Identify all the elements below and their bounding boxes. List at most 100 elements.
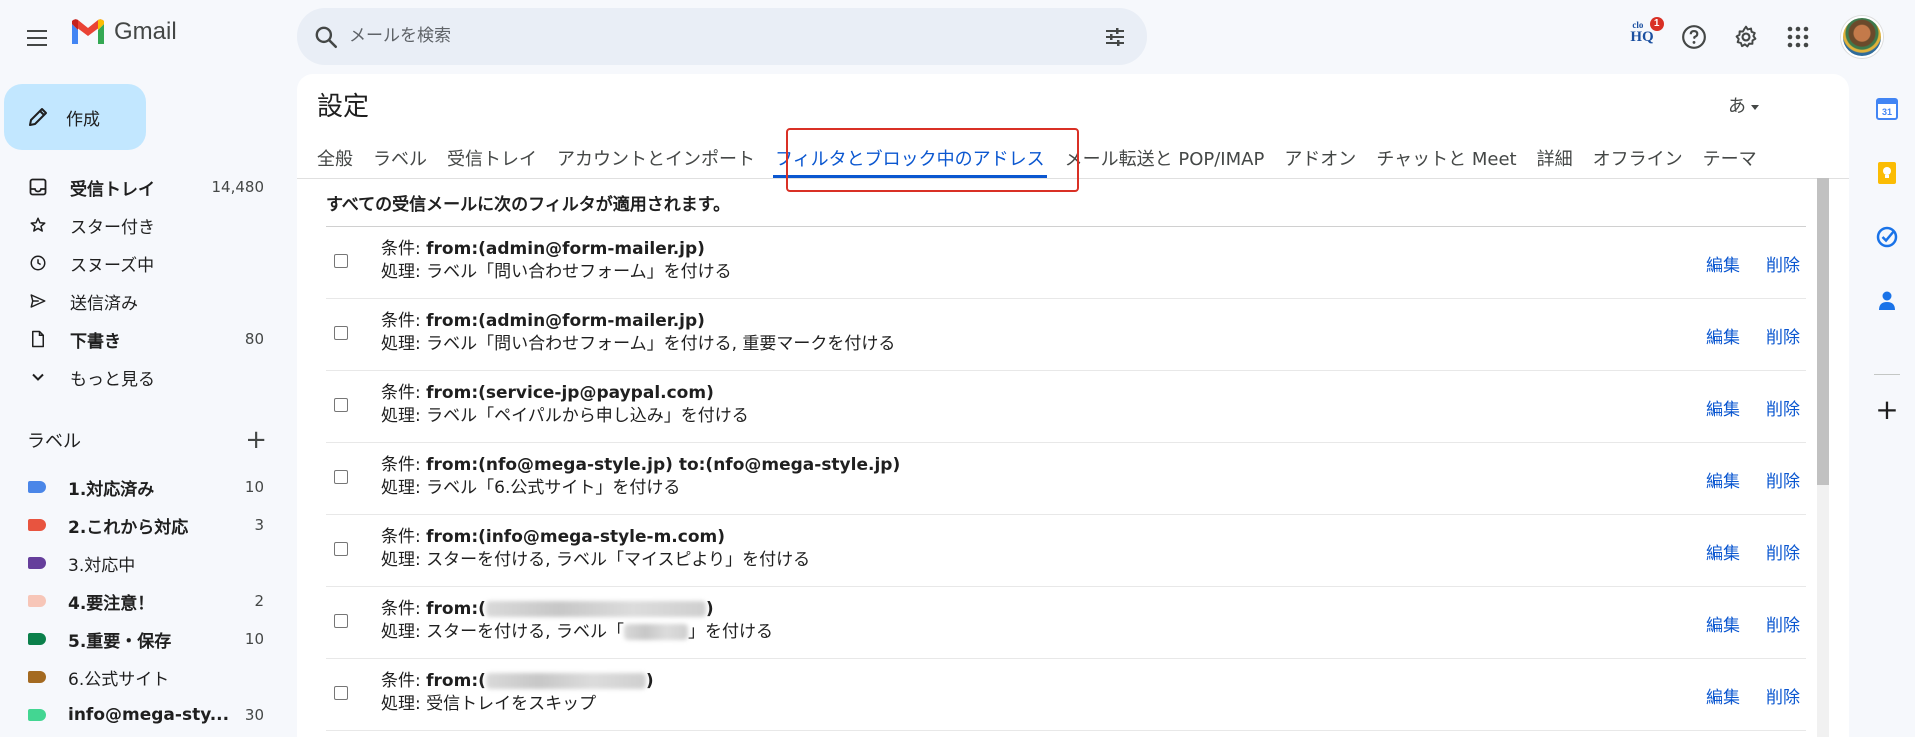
filters-heading: すべての受信メールに次のフィルタが適用されます。 (326, 195, 731, 215)
gmail-wordmark: Gmail (114, 18, 177, 45)
label-tag-icon (28, 481, 46, 493)
nav-item-sent[interactable]: 送信済み (0, 282, 280, 320)
labels-header: ラベル + (27, 425, 267, 457)
filter-checkbox[interactable] (334, 470, 348, 484)
filter-condition: 条件: from:() (381, 599, 714, 619)
add-addon-icon[interactable]: + (1868, 390, 1906, 428)
compose-button[interactable]: 作成 (4, 84, 146, 150)
nav-label: スヌーズ中 (70, 255, 155, 276)
input-tools-button[interactable]: あ (1728, 92, 1759, 118)
filter-row: 条件: from:(admin@form-mailer.jp) 処理: ラベル「問… (326, 227, 1806, 299)
filter-condition: 条件: from:(info@mega-style-m.com) (381, 527, 725, 547)
delete-filter-link[interactable]: 削除 (1766, 539, 1800, 564)
nav-label: スター付き (70, 217, 155, 238)
settings-tab[interactable]: アドオン (1274, 130, 1366, 190)
label-item[interactable]: 2.これから対応 3 (0, 506, 280, 544)
draft-icon (28, 329, 48, 349)
nav-item-snoozed[interactable]: スヌーズ中 (0, 244, 280, 282)
label-name: 2.これから対応 (68, 517, 189, 538)
search-input[interactable] (349, 22, 1029, 50)
filter-checkbox[interactable] (334, 686, 348, 700)
settings-gear-icon[interactable] (1723, 14, 1769, 60)
delete-filter-link[interactable]: 削除 (1766, 683, 1800, 708)
apps-grid-icon[interactable] (1775, 14, 1821, 60)
edit-filter-link[interactable]: 編集 (1706, 611, 1740, 636)
filter-checkbox[interactable] (334, 254, 348, 268)
settings-tab[interactable]: 全般 (307, 130, 363, 190)
filter-checkbox[interactable] (334, 614, 348, 628)
search-options-icon[interactable] (1103, 25, 1127, 49)
add-label-button[interactable]: + (245, 425, 267, 455)
filter-description: 条件: from:(service-jp@paypal.com) 処理: ラベル「… (381, 382, 749, 428)
page-title: 設定 (317, 92, 370, 122)
delete-filter-link[interactable]: 削除 (1766, 251, 1800, 276)
svg-text:31: 31 (1882, 107, 1892, 117)
settings-tab[interactable]: 受信トレイ (437, 130, 547, 190)
delete-filter-link[interactable]: 削除 (1766, 395, 1800, 420)
label-tag-icon (28, 671, 46, 683)
keep-icon[interactable] (1868, 154, 1906, 192)
filter-checkbox[interactable] (334, 398, 348, 412)
redacted-text (485, 601, 706, 617)
cloudhq-icon[interactable]: clo HQ 1 (1619, 14, 1665, 60)
nav-label: 送信済み (70, 293, 138, 314)
caret-down-icon (1751, 104, 1759, 110)
filter-description: 条件: from:(admin@form-mailer.jp) 処理: ラベル「問… (381, 238, 732, 284)
nav-item-inbox[interactable]: 受信トレイ 14,480 (0, 168, 280, 206)
label-name: 1.対応済み (68, 479, 155, 500)
label-name: info@mega-sty... (68, 705, 230, 725)
settings-tab[interactable]: メール転送と POP/IMAP (1055, 130, 1275, 190)
top-bar: Gmail cloHQ1 (0, 0, 1915, 74)
label-item[interactable]: 3.対応中 (0, 544, 280, 582)
label-item[interactable]: 5.重要・保存 10 (0, 620, 280, 658)
label-tag-icon (28, 557, 46, 569)
settings-tab[interactable]: オフライン (1583, 130, 1693, 190)
help-icon[interactable] (1671, 14, 1717, 60)
settings-tab[interactable]: アカウントとインポート (547, 130, 765, 190)
settings-tab[interactable]: テーマ (1693, 130, 1767, 190)
labels-title: ラベル (27, 431, 81, 452)
filter-checkbox[interactable] (334, 326, 348, 340)
filter-condition: 条件: from:(admin@form-mailer.jp) (381, 311, 705, 331)
settings-tab[interactable]: フィルタとブロック中のアドレス (765, 130, 1055, 190)
scroll-thumb[interactable] (1817, 178, 1829, 485)
search-bar[interactable] (297, 8, 1147, 65)
settings-tab[interactable]: ラベル (363, 130, 437, 190)
gmail-logo[interactable]: Gmail (70, 18, 177, 46)
label-item[interactable]: 4.要注意！ 2 (0, 582, 280, 620)
edit-filter-link[interactable]: 編集 (1706, 467, 1740, 492)
nav-item-drafts[interactable]: 下書き 80 (0, 320, 280, 358)
label-item[interactable]: 1.対応済み 10 (0, 468, 280, 506)
main-menu-button[interactable] (19, 20, 55, 56)
nav-item-starred[interactable]: スター付き (0, 206, 280, 244)
filter-action: 処理: ラベル「ペイパルから申し込み」を付ける (381, 406, 749, 426)
label-count: 3 (254, 516, 264, 534)
edit-filter-link[interactable]: 編集 (1706, 251, 1740, 276)
nav-label: 受信トレイ (70, 179, 155, 200)
edit-filter-link[interactable]: 編集 (1706, 683, 1740, 708)
delete-filter-link[interactable]: 削除 (1766, 611, 1800, 636)
settings-tab[interactable]: チャットと Meet (1366, 130, 1526, 190)
send-icon (28, 291, 48, 311)
filter-row: 条件: from:() 処理: スターを付ける, ラベル「 」を付ける 編集 削除 (326, 587, 1806, 659)
redacted-text (623, 624, 688, 640)
filter-checkbox[interactable] (334, 542, 348, 556)
account-avatar[interactable] (1839, 14, 1885, 60)
filter-description: 条件: from:(info@mega-style-m.com) 処理: スターを… (381, 526, 810, 572)
scrollbar[interactable] (1817, 178, 1829, 737)
nav-item-more[interactable]: もっと見る (0, 358, 280, 396)
delete-filter-link[interactable]: 削除 (1766, 467, 1800, 492)
edit-filter-link[interactable]: 編集 (1706, 323, 1740, 348)
label-item[interactable]: 6.公式サイト (0, 658, 280, 696)
draft-count: 80 (244, 330, 264, 348)
calendar-icon[interactable]: 31 (1868, 90, 1906, 128)
edit-filter-link[interactable]: 編集 (1706, 395, 1740, 420)
tasks-icon[interactable] (1868, 218, 1906, 256)
contacts-icon[interactable] (1868, 282, 1906, 320)
settings-tab[interactable]: 詳細 (1527, 130, 1583, 190)
label-item[interactable]: info@mega-sty... 30 (0, 696, 280, 734)
edit-filter-link[interactable]: 編集 (1706, 539, 1740, 564)
search-icon[interactable] (313, 24, 339, 50)
delete-filter-link[interactable]: 削除 (1766, 323, 1800, 348)
tabs-divider (297, 178, 1849, 179)
